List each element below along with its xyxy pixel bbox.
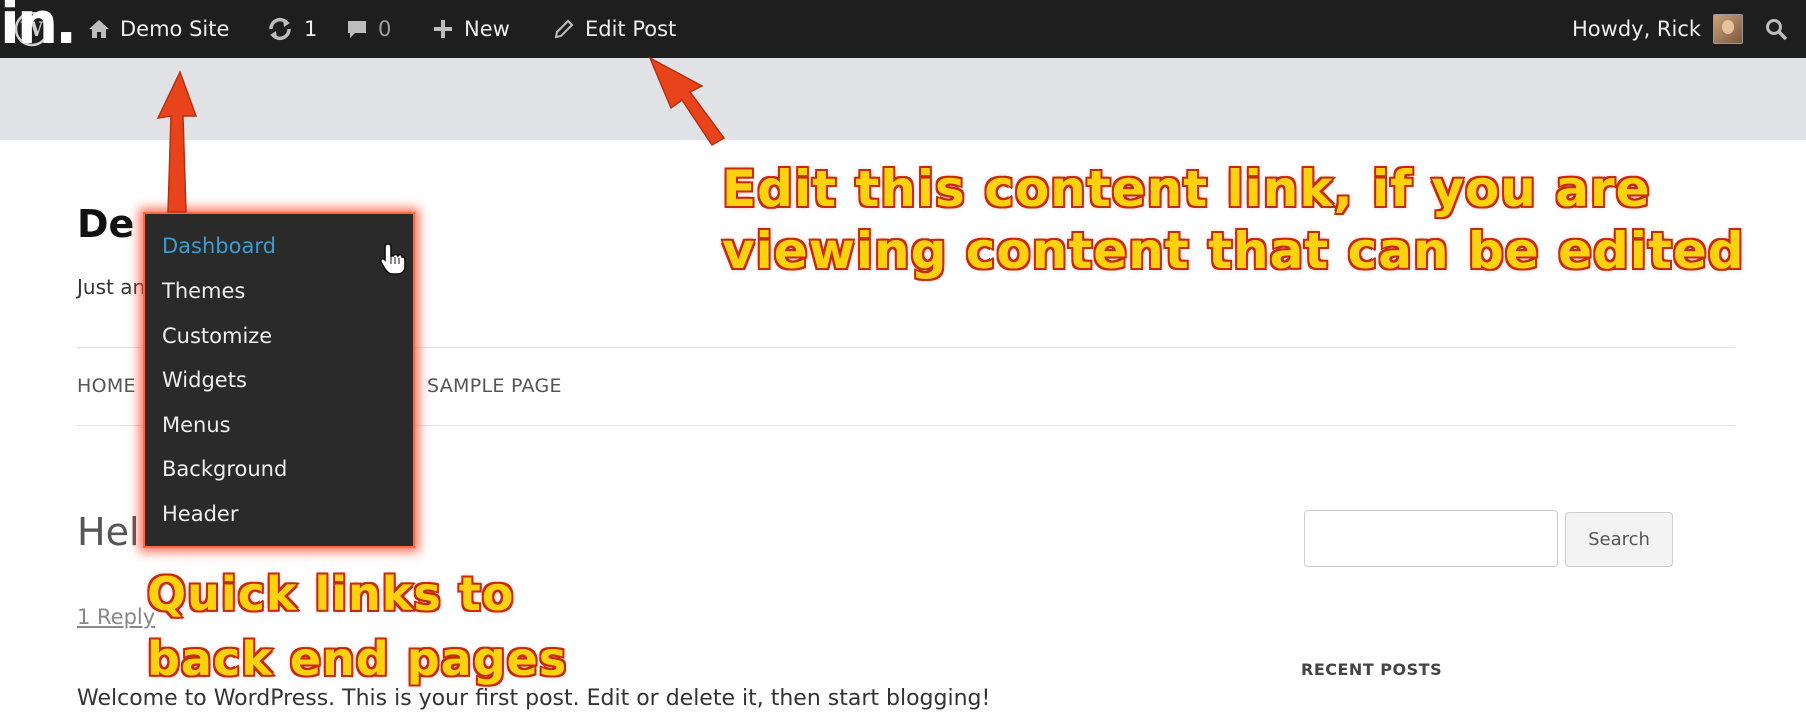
avatar bbox=[1713, 14, 1744, 44]
menu-item-themes[interactable]: Themes bbox=[162, 279, 245, 303]
site-name-menu[interactable]: Demo Site bbox=[88, 0, 229, 58]
recent-posts-heading: RECENT POSTS bbox=[1301, 660, 1443, 679]
admin-bar: W in. Demo Site 1 0 New Edit Post Howdy,… bbox=[0, 0, 1806, 58]
new-content-menu[interactable]: New bbox=[432, 0, 510, 58]
reply-link[interactable]: 1 Reply bbox=[77, 605, 155, 629]
post-body: Welcome to WordPress. This is your first… bbox=[77, 686, 991, 711]
site-title[interactable]: De bbox=[77, 202, 134, 246]
menu-item-widgets[interactable]: Widgets bbox=[162, 368, 247, 392]
edit-callout-line-2: viewing content that can be edited bbox=[721, 221, 1746, 282]
comments-menu[interactable]: 0 bbox=[346, 0, 391, 58]
edit-post-link[interactable]: Edit Post bbox=[553, 0, 676, 58]
menu-item-customize[interactable]: Customize bbox=[162, 324, 272, 348]
adminbar-search[interactable] bbox=[1764, 0, 1798, 58]
post-title[interactable]: Hell bbox=[77, 510, 150, 554]
comments-count: 0 bbox=[378, 17, 392, 41]
site-tagline: Just an bbox=[77, 275, 146, 299]
site-name-dropdown: Dashboard Themes Customize Widgets Menus… bbox=[143, 212, 415, 548]
nav-item-home[interactable]: HOME bbox=[77, 375, 136, 397]
howdy-label: Howdy, Rick bbox=[1572, 17, 1702, 41]
search-input[interactable] bbox=[1304, 510, 1558, 567]
quick-links-callout-line-2: back end pages bbox=[145, 631, 568, 688]
my-account-menu[interactable]: Howdy, Rick bbox=[1572, 0, 1744, 58]
edit-post-label: Edit Post bbox=[585, 17, 677, 41]
updates-icon bbox=[266, 17, 294, 41]
new-label: New bbox=[464, 17, 510, 41]
header-band bbox=[0, 58, 1806, 140]
pencil-icon bbox=[553, 18, 575, 40]
updates-menu[interactable]: 1 bbox=[266, 0, 317, 58]
menu-item-menus[interactable]: Menus bbox=[162, 413, 231, 437]
menu-item-header[interactable]: Header bbox=[162, 502, 238, 526]
edit-callout-line-1: Edit this content link, if you are bbox=[721, 159, 1652, 220]
updates-count: 1 bbox=[304, 17, 318, 41]
plus-icon bbox=[432, 18, 454, 40]
search-button[interactable]: Search bbox=[1565, 512, 1673, 567]
hand-cursor-icon bbox=[379, 242, 406, 280]
nav-item-sample-page[interactable]: SAMPLE PAGE bbox=[427, 375, 562, 397]
comment-icon bbox=[346, 18, 368, 40]
watermark-logo: in. bbox=[0, 0, 77, 57]
quick-links-callout-line-1: Quick links to bbox=[145, 566, 515, 623]
menu-item-dashboard[interactable]: Dashboard bbox=[162, 234, 276, 258]
site-name-label: Demo Site bbox=[120, 17, 230, 41]
menu-item-background[interactable]: Background bbox=[162, 457, 287, 481]
home-icon bbox=[88, 18, 110, 40]
search-icon bbox=[1764, 17, 1788, 41]
